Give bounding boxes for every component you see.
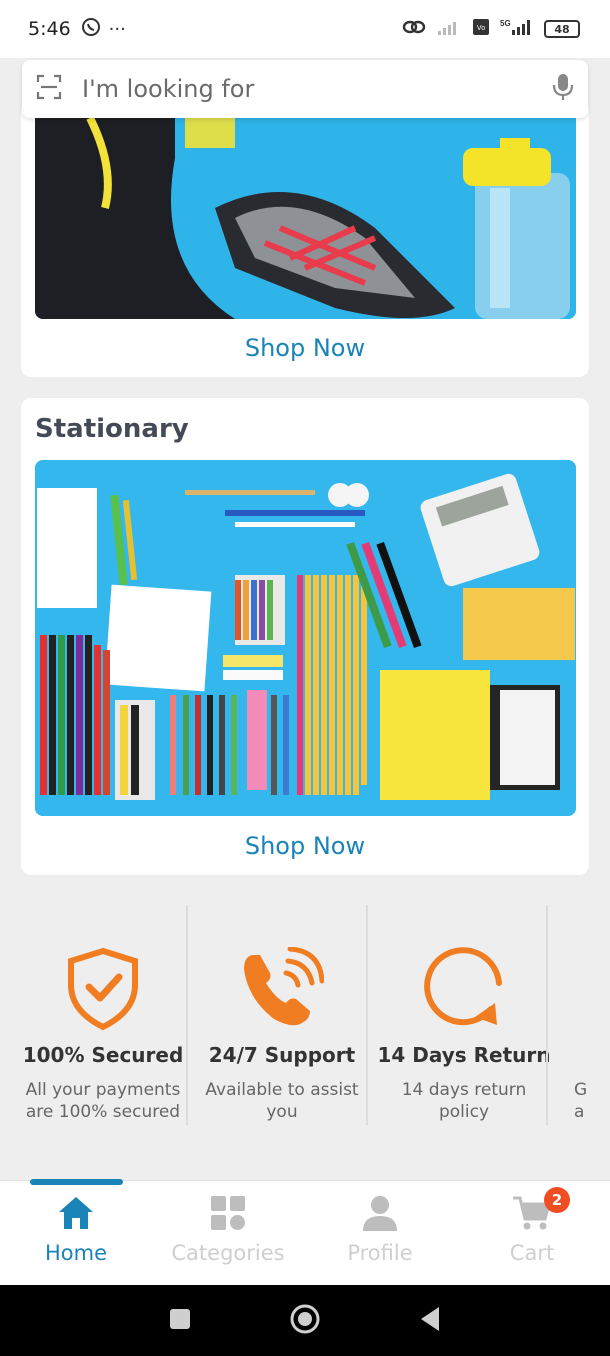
back-button[interactable] (419, 1306, 441, 1336)
nav-label: Cart (509, 1241, 555, 1265)
stationary-banner-image[interactable] (35, 460, 576, 816)
scan-icon[interactable] (36, 74, 62, 104)
battery-icon: 48 (544, 20, 580, 38)
feature-divider (186, 905, 188, 1125)
svg-text:Vo: Vo (477, 25, 485, 32)
cart-count-badge: 2 (544, 1187, 570, 1213)
stationary-section-card: Stationary Shop Now (21, 398, 589, 875)
feature-desc-line: policy (438, 1102, 490, 1122)
active-tab-indicator (30, 1179, 123, 1185)
feature-description: G a (574, 1079, 610, 1123)
cart-icon (512, 1196, 552, 1235)
bottom-navigation: Home Categories Profile 2 Cart (0, 1179, 610, 1285)
microphone-icon[interactable] (552, 73, 574, 105)
status-bar: 5:46 ··· Vo 5G 48 (0, 0, 610, 58)
whatsapp-icon (81, 17, 101, 41)
search-bar[interactable] (22, 60, 588, 118)
feature-desc-line: are 100% secured (25, 1102, 181, 1122)
search-input[interactable] (62, 75, 552, 103)
feature-description: 14 days return policy (374, 1079, 554, 1123)
feature-title: 14 Days Return (377, 1043, 551, 1067)
return-arrow-icon (421, 947, 507, 1035)
nav-label: Profile (347, 1241, 413, 1265)
more-notifications-icon: ··· (108, 18, 126, 40)
signal-weak-icon (436, 18, 462, 40)
nav-label: Categories (171, 1241, 285, 1265)
feature-desc-line: a (574, 1102, 585, 1122)
feature-return: 14 Days Return 14 days return policy (374, 905, 554, 1123)
feature-desc-line: 14 days return (401, 1080, 527, 1100)
nav-home[interactable]: Home (0, 1195, 152, 1265)
features-row: 100% Secured All your payments are 100% … (10, 905, 610, 1165)
shop-now-link[interactable]: Shop Now (21, 832, 589, 860)
categories-icon (209, 1196, 247, 1235)
feature-divider (546, 905, 548, 1125)
feature-support: 24/7 Support Available to assist you (192, 905, 372, 1123)
shop-now-link[interactable]: Shop Now (21, 334, 589, 362)
feature-desc-line: G (574, 1080, 588, 1100)
system-navigation-bar (0, 1285, 610, 1356)
feature-title: 100% Secured (22, 1043, 184, 1067)
sports-section-card: Shop Now (21, 100, 589, 377)
home-button[interactable] (289, 1303, 321, 1339)
volte-icon: Vo (472, 18, 490, 40)
feature-description: All your payments are 100% secured (13, 1079, 193, 1123)
sports-banner-image[interactable] (35, 118, 576, 319)
link-icon (402, 18, 426, 40)
status-time: 5:46 (28, 18, 71, 40)
nav-cart[interactable]: 2 Cart (456, 1187, 608, 1265)
home-icon (57, 1197, 95, 1235)
feature-secured: 100% Secured All your payments are 100% … (13, 905, 193, 1123)
feature-description: Available to assist you (192, 1079, 372, 1123)
nav-label: Home (44, 1241, 107, 1265)
profile-icon (361, 1196, 399, 1235)
feature-partial: . G a (574, 905, 610, 1123)
feature-title: 24/7 Support (208, 1043, 356, 1067)
feature-desc-line: Available to assist (205, 1080, 359, 1100)
section-title: Stationary (35, 414, 189, 444)
svg-text:5G: 5G (500, 19, 511, 28)
nav-categories[interactable]: Categories (152, 1195, 304, 1265)
phone-support-icon (240, 946, 325, 1035)
feature-divider (366, 905, 368, 1125)
nav-profile[interactable]: Profile (304, 1195, 456, 1265)
feature-desc-line: All your payments (25, 1080, 181, 1100)
shield-check-icon (65, 947, 141, 1035)
feature-desc-line: you (266, 1102, 298, 1122)
signal-5g-icon: 5G (500, 18, 534, 40)
recents-button[interactable] (169, 1308, 191, 1334)
